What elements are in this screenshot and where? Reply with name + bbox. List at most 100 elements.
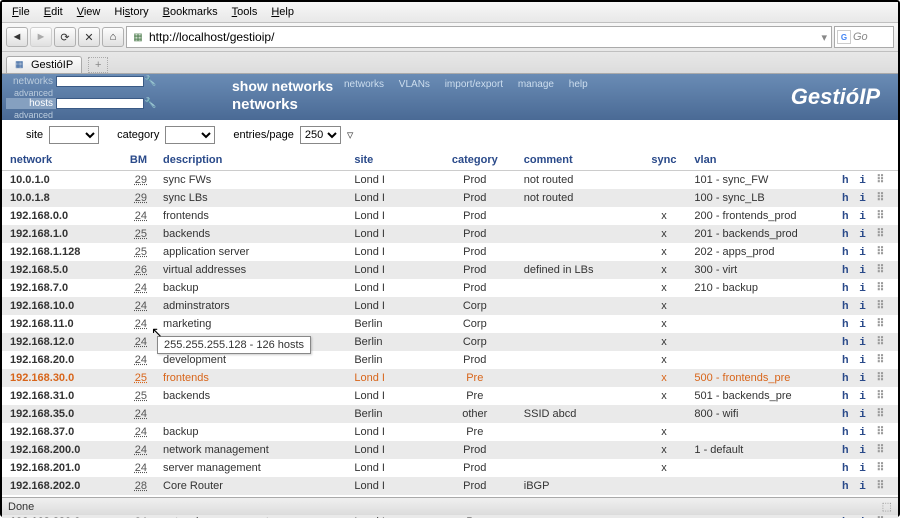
grid-icon[interactable]: ⠿: [876, 391, 884, 403]
cell-bm[interactable]: 25: [117, 225, 155, 243]
table-row[interactable]: 192.168.12.024human resourcesBerlinCorpx…: [2, 333, 898, 351]
grid-icon[interactable]: ⠿: [876, 283, 884, 295]
nav-home-button[interactable]: ⌂: [102, 27, 124, 47]
nav-help[interactable]: help: [569, 79, 588, 90]
table-row[interactable]: 192.168.5.026virtual addressesLond IProd…: [2, 261, 898, 279]
info-icon[interactable]: i: [859, 319, 868, 331]
info-icon[interactable]: i: [859, 391, 868, 403]
grid-icon[interactable]: ⠿: [876, 247, 884, 259]
table-row[interactable]: 192.168.10.024adminstratorsLond ICorpxh …: [2, 297, 898, 315]
hosts-icon[interactable]: h: [842, 391, 851, 403]
grid-icon[interactable]: ⠿: [876, 319, 884, 331]
table-row[interactable]: 192.168.1.12825application serverLond IP…: [2, 243, 898, 261]
cell-bm[interactable]: 24: [117, 333, 155, 351]
cell-network[interactable]: 192.168.20.0: [2, 351, 117, 369]
table-row[interactable]: 192.168.30.025frontendsLond IPrex500 - f…: [2, 369, 898, 387]
search-box[interactable]: G Go: [834, 26, 894, 48]
info-icon[interactable]: i: [859, 229, 868, 241]
qs-networks-label[interactable]: networks: [6, 76, 56, 87]
menu-help[interactable]: Help: [265, 4, 300, 20]
hosts-icon[interactable]: h: [842, 265, 851, 277]
cell-network[interactable]: 192.168.31.0: [2, 387, 117, 405]
cell-network[interactable]: 10.0.1.8: [2, 189, 117, 207]
info-icon[interactable]: i: [859, 373, 868, 385]
info-icon[interactable]: i: [859, 283, 868, 295]
table-row[interactable]: 192.168.20.024developmentBerlinProdxh i …: [2, 351, 898, 369]
grid-icon[interactable]: ⠿: [876, 211, 884, 223]
cell-network[interactable]: 192.168.12.0: [2, 333, 117, 351]
cell-bm[interactable]: 24: [117, 423, 155, 441]
info-icon[interactable]: i: [859, 427, 868, 439]
hosts-icon[interactable]: h: [842, 427, 851, 439]
cell-network[interactable]: 192.168.37.0: [2, 423, 117, 441]
hosts-icon[interactable]: h: [842, 463, 851, 475]
cell-bm[interactable]: 24: [117, 405, 155, 423]
hosts-icon[interactable]: h: [842, 445, 851, 457]
cell-network[interactable]: 192.168.11.0: [2, 315, 117, 333]
qs-networks-input[interactable]: [56, 76, 144, 87]
grid-icon[interactable]: ⠿: [876, 481, 884, 493]
hosts-icon[interactable]: h: [842, 283, 851, 295]
filter-icon[interactable]: ▿: [347, 127, 354, 143]
menu-view[interactable]: View: [71, 4, 107, 20]
entries-select[interactable]: 250: [300, 126, 341, 144]
info-icon[interactable]: i: [859, 301, 868, 313]
info-icon[interactable]: i: [859, 409, 868, 421]
cell-network[interactable]: 192.168.30.0: [2, 369, 117, 387]
qs-hosts-label[interactable]: hosts: [6, 98, 56, 109]
nav-manage[interactable]: manage: [518, 79, 554, 90]
hosts-icon[interactable]: h: [842, 301, 851, 313]
info-icon[interactable]: i: [859, 337, 868, 349]
grid-icon[interactable]: ⠿: [876, 337, 884, 349]
hosts-icon[interactable]: h: [842, 409, 851, 421]
col-category[interactable]: category: [434, 150, 516, 171]
qs-advanced2-label[interactable]: advanced: [6, 110, 56, 120]
cell-bm[interactable]: 24: [117, 459, 155, 477]
col-network[interactable]: network: [2, 150, 117, 171]
menu-file[interactable]: File: [6, 4, 36, 20]
table-row[interactable]: 192.168.0.024frontendsLond IProdx200 - f…: [2, 207, 898, 225]
cell-network[interactable]: 192.168.0.0: [2, 207, 117, 225]
hosts-icon[interactable]: h: [842, 211, 851, 223]
hosts-icon[interactable]: h: [842, 319, 851, 331]
hosts-icon[interactable]: h: [842, 481, 851, 493]
cell-bm[interactable]: 26: [117, 261, 155, 279]
info-icon[interactable]: i: [859, 175, 868, 187]
col-comment[interactable]: comment: [516, 150, 642, 171]
cell-bm[interactable]: 25: [117, 243, 155, 261]
table-row[interactable]: 10.0.1.029sync FWsLond IProdnot routed10…: [2, 171, 898, 190]
cell-network[interactable]: 192.168.7.0: [2, 279, 117, 297]
qs-advanced-label[interactable]: advanced: [6, 88, 56, 98]
nav-networks[interactable]: networks: [344, 79, 384, 90]
cell-bm[interactable]: 24: [117, 279, 155, 297]
cell-network[interactable]: 192.168.200.0: [2, 441, 117, 459]
cell-network[interactable]: 192.168.1.128: [2, 243, 117, 261]
grid-icon[interactable]: ⠿: [876, 265, 884, 277]
cell-network[interactable]: 192.168.201.0: [2, 459, 117, 477]
col-vlan[interactable]: vlan: [686, 150, 834, 171]
table-row[interactable]: 192.168.11.024marketingBerlinCorpxh i ⠿: [2, 315, 898, 333]
hosts-icon[interactable]: h: [842, 337, 851, 349]
hosts-icon[interactable]: h: [842, 175, 851, 187]
url-bar[interactable]: ▦ ▾: [126, 26, 832, 48]
nav-vlans[interactable]: VLANs: [399, 79, 430, 90]
grid-icon[interactable]: ⠿: [876, 193, 884, 205]
info-icon[interactable]: i: [859, 463, 868, 475]
info-icon[interactable]: i: [859, 211, 868, 223]
col-description[interactable]: description: [155, 150, 346, 171]
nav-reload-button[interactable]: ⟳: [54, 27, 76, 47]
cell-bm[interactable]: 25: [117, 387, 155, 405]
cell-bm[interactable]: 24: [117, 441, 155, 459]
info-icon[interactable]: i: [859, 355, 868, 367]
grid-icon[interactable]: ⠿: [876, 445, 884, 457]
grid-icon[interactable]: ⠿: [876, 373, 884, 385]
nav-import[interactable]: import/export: [445, 79, 503, 90]
cell-bm[interactable]: 28: [117, 477, 155, 495]
table-row[interactable]: 192.168.7.024backupLond IProdx210 - back…: [2, 279, 898, 297]
grid-icon[interactable]: ⠿: [876, 355, 884, 367]
dropdown-icon[interactable]: ▾: [821, 31, 827, 44]
table-row[interactable]: 192.168.200.024network managementLond IP…: [2, 441, 898, 459]
hosts-icon[interactable]: h: [842, 193, 851, 205]
info-icon[interactable]: i: [859, 193, 868, 205]
table-row[interactable]: 192.168.31.025backendsLond IPrex501 - ba…: [2, 387, 898, 405]
